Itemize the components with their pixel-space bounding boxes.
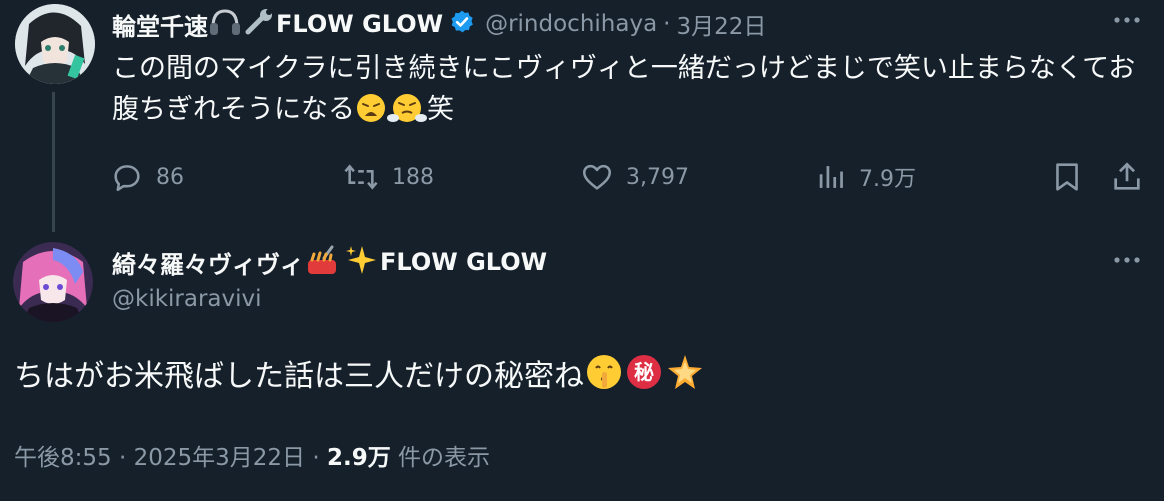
views-label: 件の表示 (390, 445, 491, 471)
reply-tweet-text: ちはがお米飛ばした話は三人だけの秘密ね 秘 (14, 352, 706, 407)
tweet-thread: 輪堂千速 FLOW GLOW @rindochihaya · 3月22日 この間… (0, 0, 1164, 501)
share-icon (1114, 162, 1140, 190)
view-count: 7.9万 (859, 167, 916, 192)
author-suffix[interactable]: FLOW GLOW (276, 10, 443, 38)
reply-author-handle[interactable]: @kikiraravivi (112, 286, 262, 312)
tweet-meta: 午後8:55 · 2025年3月22日 · 2.9万 件の表示 (14, 438, 490, 472)
tweet-header: 輪堂千速 FLOW GLOW @rindochihaya · 3月22日 (112, 6, 766, 42)
glowing-star-emoji-icon (664, 352, 706, 407)
secret-button-emoji-icon: 秘 (624, 352, 664, 407)
avatar-kikiraravivi[interactable] (13, 242, 93, 322)
reply-icon (114, 165, 140, 192)
sparkles-icon (344, 244, 380, 280)
header-separator: · (663, 11, 671, 37)
bookmark-icon (1056, 163, 1078, 191)
retweet-count: 188 (392, 164, 434, 190)
tweet-timestamp[interactable]: 午後8:55 · 2025年3月22日 · (14, 445, 327, 471)
tweet-text-tail: 笑 (427, 94, 454, 125)
avatar-rindochihaya[interactable] (15, 4, 95, 84)
more-options-icon[interactable] (1112, 10, 1142, 34)
reply-button[interactable]: 86 (110, 152, 184, 202)
views-number: 2.9万 (326, 445, 391, 471)
wrench-icon (242, 7, 276, 41)
nail-polish-icon (304, 244, 344, 280)
like-button[interactable]: 3,797 (580, 152, 689, 202)
share-button[interactable] (1110, 152, 1156, 202)
weary-face-emoji-icon (355, 92, 387, 136)
shushing-face-emoji-icon (584, 352, 624, 407)
more-options-icon[interactable] (1112, 250, 1142, 274)
tweet-text: この間のマイクラに引き続きにこヴィヴィと一緒だっけどまじで笑い止まらなくてお腹ち… (112, 48, 1152, 136)
triumph-face-emoji-icon (387, 92, 427, 136)
author-handle[interactable]: @rindochihaya (485, 11, 657, 37)
tweet-text-main: この間のマイクラに引き続きにこヴィヴィと一緒だっけどまじで笑い止まらなくてお腹ち… (112, 53, 1136, 125)
like-count: 3,797 (626, 164, 689, 190)
svg-text:秘: 秘 (634, 360, 654, 384)
reply-tweet-header: 綺々羅々ヴィヴィ FLOW GLOW (112, 244, 547, 280)
reply-author-suffix[interactable]: FLOW GLOW (380, 248, 547, 276)
bookmark-button[interactable] (1052, 152, 1094, 202)
tweet-date[interactable]: 3月22日 (676, 7, 766, 41)
retweet-button[interactable]: 188 (342, 152, 434, 202)
reply-count: 86 (156, 164, 184, 190)
heart-icon (582, 164, 612, 190)
reply-tweet-text-main: ちはがお米飛ばした話は三人だけの秘密ね (14, 359, 584, 394)
author-name[interactable]: 輪堂千速 (112, 7, 208, 42)
reply-author-name[interactable]: 綺々羅々ヴィヴィ (112, 245, 304, 280)
views-chart-icon (819, 166, 843, 188)
tweet-action-bar: 86 188 3,797 7.9万 (0, 152, 1164, 202)
views-button[interactable]: 7.9万 (817, 152, 916, 202)
headphones-icon (208, 7, 242, 41)
retweet-icon (344, 164, 378, 190)
verified-badge-icon (449, 9, 475, 39)
